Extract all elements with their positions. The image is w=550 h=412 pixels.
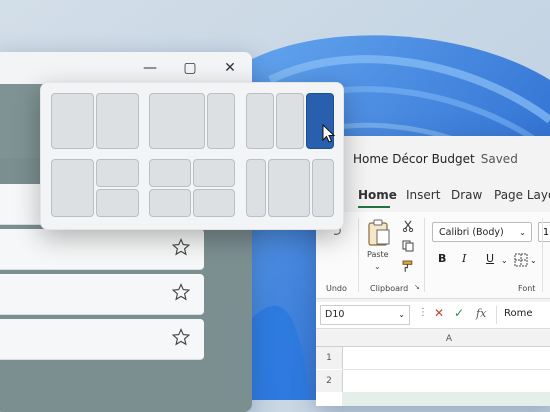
- name-box[interactable]: D10 ⌄: [320, 305, 410, 325]
- undo-group-label: Undo: [326, 284, 347, 293]
- snap-layouts-flyout: [40, 82, 344, 230]
- more-options-icon[interactable]: ⋮: [418, 307, 428, 318]
- document-title: Home Décor Budget Saved: [353, 152, 518, 166]
- paste-label[interactable]: Paste: [367, 250, 389, 259]
- dialog-launcher-icon[interactable]: ↘: [414, 283, 420, 291]
- document-name: Home Décor Budget: [353, 152, 475, 166]
- select-all-corner[interactable]: [316, 332, 343, 347]
- star-icon[interactable]: [172, 283, 190, 301]
- snap-zone-nwn-center[interactable]: [268, 159, 310, 217]
- ribbon: Undo Paste ⌄ Clipboard ↘ Calibri (Body) ⌄…: [316, 212, 550, 299]
- star-icon[interactable]: [172, 328, 190, 346]
- worksheet-grid[interactable]: A 1 2: [316, 332, 550, 406]
- list-item[interactable]: [0, 319, 204, 360]
- snap-zone-nwn-left[interactable]: [246, 159, 266, 217]
- font-size-value: 11: [543, 227, 550, 238]
- snap-zone-wide-narrow-left[interactable]: [149, 93, 205, 149]
- snap-zone-quadrant-top-left[interactable]: [149, 159, 191, 187]
- insert-function-button[interactable]: fx: [476, 307, 486, 320]
- cancel-icon[interactable]: ✕: [434, 306, 444, 320]
- snap-zone-half-stacked-left[interactable]: [51, 159, 94, 217]
- cut-icon[interactable]: [402, 220, 414, 232]
- tab-home[interactable]: Home: [358, 188, 397, 202]
- close-button[interactable]: ✕: [210, 52, 250, 84]
- chevron-down-icon: ⌄: [398, 310, 405, 319]
- column-header-a[interactable]: A: [342, 332, 550, 347]
- save-status: Saved: [480, 152, 518, 166]
- underline-dropdown-icon[interactable]: ⌄: [501, 256, 508, 265]
- mouse-cursor-icon: [322, 124, 336, 143]
- tab-draw[interactable]: Draw: [451, 188, 482, 202]
- snap-zone-half-stacked-bottom-right[interactable]: [96, 189, 139, 217]
- snap-zone-quadrant-top-right[interactable]: [193, 159, 235, 187]
- ribbon-separator: [424, 218, 425, 292]
- snap-zone-three-columns-2[interactable]: [276, 93, 304, 149]
- name-box-value: D10: [325, 309, 345, 320]
- chevron-down-icon: ⌄: [519, 228, 526, 237]
- minimize-button[interactable]: —: [130, 52, 170, 84]
- ribbon-tabs: Home Insert Draw Page Layo: [316, 188, 550, 210]
- snap-zone-two-halves-left[interactable]: [51, 93, 94, 149]
- ribbon-separator: [358, 218, 359, 292]
- ribbon-separator: [542, 218, 543, 292]
- tab-insert[interactable]: Insert: [406, 188, 440, 202]
- snap-zone-wide-narrow-right[interactable]: [207, 93, 235, 149]
- snap-zone-three-columns-1[interactable]: [246, 93, 274, 149]
- paste-icon[interactable]: [366, 218, 392, 248]
- font-name-dropdown[interactable]: Calibri (Body) ⌄: [432, 222, 532, 242]
- clipboard-group-label: Clipboard: [370, 284, 409, 293]
- grid-line: [342, 369, 550, 370]
- bold-button[interactable]: B: [438, 252, 446, 265]
- row-header-1[interactable]: 1: [316, 347, 343, 369]
- font-name-value: Calibri (Body): [439, 227, 504, 238]
- list-item[interactable]: [0, 274, 204, 315]
- snap-zone-half-stacked-top-right[interactable]: [96, 159, 139, 187]
- borders-dropdown-icon[interactable]: ⌄: [530, 256, 537, 265]
- font-size-dropdown[interactable]: 11: [538, 222, 550, 242]
- list-item[interactable]: [0, 229, 204, 270]
- format-painter-icon[interactable]: [402, 260, 415, 273]
- tab-page-layout[interactable]: Page Layo: [494, 188, 550, 202]
- snap-zone-quadrant-bottom-right[interactable]: [193, 189, 235, 217]
- formula-input[interactable]: Rome: [504, 308, 533, 319]
- enter-icon[interactable]: ✓: [454, 306, 464, 320]
- highlighted-row: [342, 392, 550, 406]
- snap-zone-quadrant-bottom-left[interactable]: [149, 189, 191, 217]
- star-icon[interactable]: [172, 238, 190, 256]
- underline-button[interactable]: U: [486, 252, 494, 265]
- paste-dropdown-icon[interactable]: ⌄: [374, 262, 381, 271]
- borders-icon[interactable]: [514, 253, 528, 267]
- italic-button[interactable]: I: [462, 252, 466, 265]
- formula-bar: D10 ⌄ ⋮ ✕ ✓ fx Rome: [316, 302, 550, 329]
- font-group-label: Font: [518, 284, 536, 293]
- excel-window: Home Décor Budget Saved Home Insert Draw …: [316, 136, 550, 406]
- copy-icon[interactable]: [402, 240, 414, 252]
- window-titlebar: — ▢ ✕: [0, 52, 252, 84]
- row-header-2[interactable]: 2: [316, 370, 343, 392]
- formula-separator: [496, 306, 497, 324]
- maximize-button[interactable]: ▢: [170, 52, 210, 84]
- snap-zone-nwn-right[interactable]: [312, 159, 334, 217]
- active-tab-indicator: [358, 206, 390, 208]
- snap-zone-two-halves-right[interactable]: [96, 93, 139, 149]
